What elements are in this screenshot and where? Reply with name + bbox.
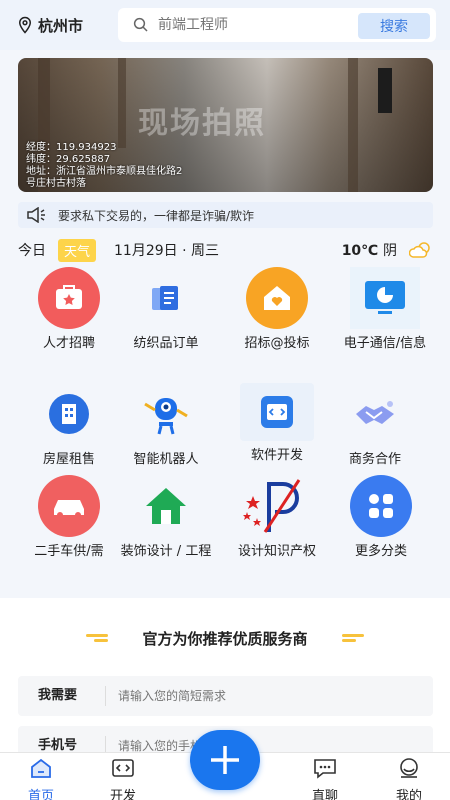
category-label: 智能机器人 [133,452,199,467]
tab-label: 直聊 [311,789,338,800]
tab-chat[interactable]: 直聊 [290,753,360,800]
chat-icon [314,759,336,779]
category-label: 人才招聘 [42,336,95,351]
home-icon [135,475,197,537]
weather-badge: 天气 [58,238,97,262]
category-label: 商务合作 [348,452,401,467]
category-recruitment[interactable]: 人才招聘 [16,267,122,352]
more-icon [350,475,412,537]
tab-home[interactable]: 首页 [6,753,76,800]
cloud-sun-icon [409,242,430,258]
tab-label: 开发 [109,789,136,800]
banner-metadata: 经度：119.934923 纬度：29.625887 地址：浙江省温州市泰顺县佳… [26,142,182,190]
category-label: 二手车供/需 [34,544,104,559]
category-label: 房屋租售 [42,452,95,467]
today-label: 今日 [18,243,46,259]
category-label: 招标@投标 [244,336,310,351]
category-decoration[interactable]: 装饰设计 / 工程 [113,475,219,560]
need-field-row: 我需要 [18,676,433,716]
need-input[interactable] [118,689,398,703]
banner-address-cont: 号庄村古村落 [26,178,86,189]
tab-label: 首页 [27,789,54,800]
title-decoration-right [342,634,364,642]
date-label: 11月29日 · 周三 [114,243,219,259]
house-heart-icon [246,267,308,329]
category-label: 更多分类 [354,544,407,559]
home-icon [31,758,51,778]
search-icon [133,17,148,32]
weather-condition: 阴 [383,243,397,259]
header: 杭州市 搜索 [0,0,450,50]
city-label: 杭州市 [38,16,84,35]
category-telecom[interactable]: 电子通信/信息 [332,267,438,352]
building-icon [38,383,100,445]
notice-text: 要求私下交易的，一律都是诈骗/欺诈 [58,208,255,223]
banner-latitude: 纬度：29.625887 [26,154,111,165]
category-textile-orders[interactable]: 纺织品订单 [113,267,219,352]
search-input[interactable] [158,17,348,33]
code-icon [112,759,134,777]
category-more[interactable]: 更多分类 [328,475,434,560]
category-robot[interactable]: 智能机器人 [113,383,219,468]
category-used-car[interactable]: 二手车供/需 [16,475,122,560]
banner-figure [378,68,392,113]
megaphone-icon [27,207,45,223]
tab-label: 我的 [395,789,422,800]
code-icon [240,383,314,441]
plus-icon [211,746,239,774]
car-icon [38,475,100,537]
briefcase-icon [38,267,100,329]
document-icon [135,267,197,329]
date-weather-bar: 今日 天气 11月29日 · 周三 10℃ 阴 [18,238,433,262]
category-label: 装饰设计 / 工程 [120,544,212,559]
banner-address: 地址：浙江省温州市泰顺县佳化路2 [26,166,183,177]
location-pin-icon [18,16,32,34]
monitor-icon [350,267,420,329]
banner-beam [348,58,358,192]
search-bar: 搜索 [118,8,436,42]
tab-develop[interactable]: 开发 [88,753,158,800]
category-label: 软件开发 [250,448,303,463]
category-label: 电子通信/信息 [343,336,427,351]
category-software[interactable]: 软件开发 [224,383,330,464]
location-selector[interactable]: 杭州市 [16,15,116,36]
category-bidding[interactable]: 招标@投标 [224,267,330,352]
banner-watermark: 现场拍照 [138,106,266,141]
temperature-value: 10℃ [341,243,379,259]
handshake-icon [344,383,406,445]
banner-beam [118,58,126,148]
category-label: 纺织品订单 [133,336,199,351]
category-ip-design[interactable]: 设计知识产权 [224,475,330,560]
banner-photo[interactable]: 现场拍照 经度：119.934923 纬度：29.625887 地址：浙江省温州… [18,58,433,192]
banner-longitude: 经度：119.934923 [26,142,117,153]
add-post-button[interactable] [190,730,260,790]
need-label: 我需要 [18,686,106,706]
ip-logo-icon [238,475,316,537]
user-icon [400,758,418,778]
section-title: 官方为你推荐优质服务商 [142,630,308,648]
robot-icon [135,383,197,445]
search-button[interactable]: 搜索 [358,13,430,39]
notice-bar[interactable]: 要求私下交易的，一律都是诈骗/欺诈 [18,202,433,228]
category-business[interactable]: 商务合作 [322,383,428,468]
tab-profile[interactable]: 我的 [374,753,444,800]
temperature: 10℃ 阴 [342,240,397,260]
category-label: 设计知识产权 [237,544,316,559]
category-housing[interactable]: 房屋租售 [16,383,122,468]
